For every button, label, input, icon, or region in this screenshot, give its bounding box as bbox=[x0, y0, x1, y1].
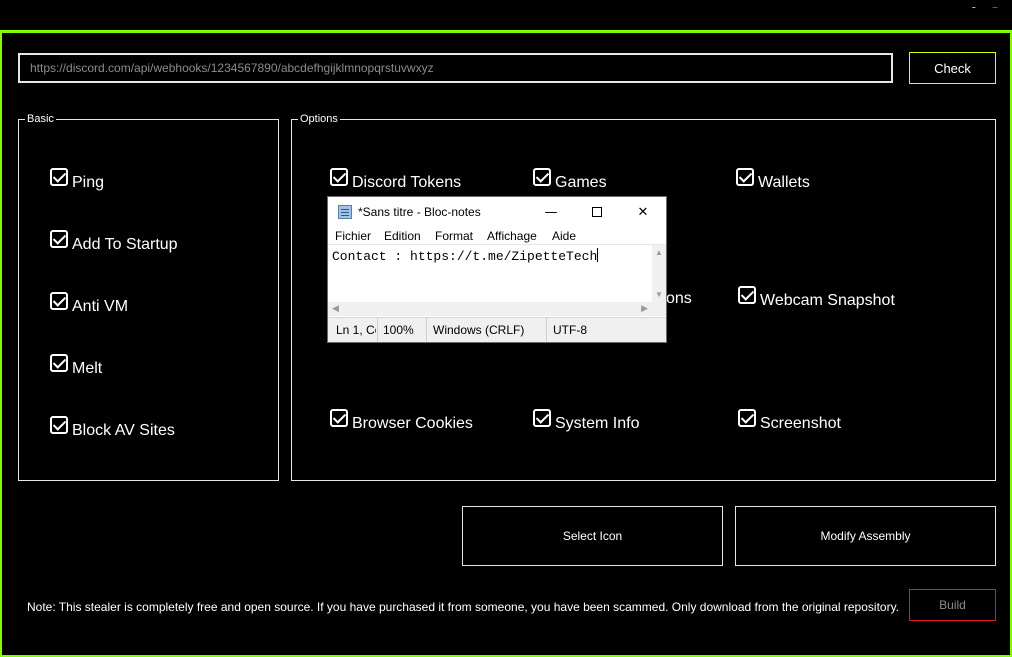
checkbox-label: Ping bbox=[72, 174, 105, 191]
notepad-text-area[interactable]: Contact : https://t.me/ZipetteTech bbox=[328, 245, 666, 302]
menu-affichage[interactable]: Affichage bbox=[487, 229, 537, 243]
checkbox-block-av-sites[interactable]: Block AV Sites bbox=[50, 416, 175, 439]
checkbox-anti-vm[interactable]: Anti VM bbox=[50, 292, 128, 315]
menu-edition[interactable]: Edition bbox=[384, 229, 421, 243]
menu-format[interactable]: Format bbox=[435, 229, 473, 243]
menu-aide[interactable]: Aide bbox=[552, 229, 576, 243]
text-caret bbox=[597, 248, 599, 262]
modify-assembly-button[interactable]: Modify Assembly bbox=[735, 506, 996, 566]
checkbox-screenshot[interactable]: Screenshot bbox=[738, 409, 841, 432]
checkbox-browser-cookies[interactable]: Browser Cookies bbox=[330, 409, 473, 432]
checkbox-label: Screenshot bbox=[760, 415, 841, 432]
menu-fichier[interactable]: Fichier bbox=[335, 229, 371, 243]
checkbox-label: Anti VM bbox=[72, 298, 129, 315]
notepad-window: *Sans titre - Bloc-notes — ✕ Fichier Edi… bbox=[327, 196, 667, 343]
notepad-title-bar[interactable]: *Sans titre - Bloc-notes — ✕ bbox=[328, 197, 666, 227]
scroll-up-icon[interactable]: ▲ bbox=[655, 248, 663, 257]
check-icon[interactable] bbox=[738, 409, 756, 427]
minimize-icon[interactable]: — bbox=[536, 201, 566, 223]
check-icon[interactable] bbox=[50, 416, 68, 434]
checkbox-webcam-snapshot[interactable]: Webcam Snapshot bbox=[738, 286, 895, 309]
notepad-title: *Sans titre - Bloc-notes bbox=[358, 205, 481, 219]
notepad-icon bbox=[338, 205, 352, 219]
checkbox-melt[interactable]: Melt bbox=[50, 354, 102, 377]
minimize-icon[interactable]: - bbox=[972, 1, 976, 13]
basic-group-label: Basic bbox=[25, 112, 56, 126]
webhook-url-input[interactable] bbox=[18, 53, 893, 83]
check-icon[interactable] bbox=[533, 168, 551, 186]
check-icon[interactable] bbox=[330, 409, 348, 427]
notepad-menu-bar: Fichier Edition Format Affichage Aide bbox=[328, 227, 666, 245]
title-bar: - – bbox=[0, 0, 1012, 30]
checkbox-label: Browser Cookies bbox=[352, 415, 473, 432]
checkbox-label: Melt bbox=[72, 360, 103, 377]
scroll-left-icon[interactable]: ◀ bbox=[332, 303, 339, 314]
build-button[interactable]: Build bbox=[909, 589, 996, 621]
status-encoding: UTF-8 bbox=[553, 323, 587, 337]
check-icon[interactable] bbox=[50, 230, 68, 248]
checkbox-label-partial: ons bbox=[666, 286, 692, 307]
disclaimer-note: Note: This stealer is completely free an… bbox=[27, 600, 900, 614]
checkbox-label: Add To Startup bbox=[72, 236, 178, 253]
status-separator bbox=[377, 318, 378, 342]
stealer-builder-window: - – Check Basic Ping Add To Startup Anti… bbox=[0, 0, 1012, 657]
status-zoom: 100% bbox=[383, 323, 414, 337]
check-icon[interactable] bbox=[50, 292, 68, 310]
checkbox-discord-tokens[interactable]: Discord Tokens bbox=[330, 168, 461, 191]
check-icon[interactable] bbox=[736, 168, 754, 186]
checkbox-label: Block AV Sites bbox=[72, 422, 175, 439]
close-icon[interactable]: – bbox=[992, 1, 998, 13]
checkbox-label: ons bbox=[666, 290, 692, 307]
status-separator bbox=[426, 318, 427, 342]
check-icon[interactable] bbox=[738, 286, 756, 304]
check-icon[interactable] bbox=[330, 168, 348, 186]
select-icon-button[interactable]: Select Icon bbox=[462, 506, 723, 566]
checkbox-system-info[interactable]: System Info bbox=[533, 409, 639, 432]
check-icon[interactable] bbox=[533, 409, 551, 427]
scroll-corner bbox=[652, 302, 666, 316]
scroll-right-icon[interactable]: ▶ bbox=[641, 303, 648, 314]
status-position: Ln 1, Co bbox=[336, 323, 376, 337]
notepad-content: Contact : https://t.me/ZipetteTech bbox=[332, 248, 599, 264]
checkbox-wallets[interactable]: Wallets bbox=[736, 168, 810, 191]
checkbox-label: Discord Tokens bbox=[352, 174, 462, 191]
maximize-icon[interactable] bbox=[582, 201, 612, 223]
check-button[interactable]: Check bbox=[909, 52, 996, 84]
checkbox-games[interactable]: Games bbox=[533, 168, 607, 191]
status-line-ending: Windows (CRLF) bbox=[433, 323, 525, 337]
notepad-status-bar: Ln 1, Co 100% Windows (CRLF) UTF-8 bbox=[328, 317, 666, 342]
checkbox-label: System Info bbox=[555, 415, 640, 432]
checkbox-add-to-startup[interactable]: Add To Startup bbox=[50, 230, 178, 253]
check-icon[interactable] bbox=[50, 354, 68, 372]
checkbox-label: Wallets bbox=[758, 174, 810, 191]
vertical-scrollbar[interactable]: ▲ ▼ bbox=[652, 245, 666, 302]
status-separator bbox=[546, 318, 547, 342]
options-group-label: Options bbox=[298, 112, 340, 126]
close-icon[interactable]: ✕ bbox=[628, 201, 658, 223]
check-icon[interactable] bbox=[50, 168, 68, 186]
scroll-down-icon[interactable]: ▼ bbox=[655, 290, 663, 299]
checkbox-label: Webcam Snapshot bbox=[760, 292, 895, 309]
horizontal-scrollbar[interactable]: ◀ ▶ bbox=[328, 302, 652, 316]
checkbox-ping[interactable]: Ping bbox=[50, 168, 104, 191]
checkbox-label: Games bbox=[555, 174, 607, 191]
